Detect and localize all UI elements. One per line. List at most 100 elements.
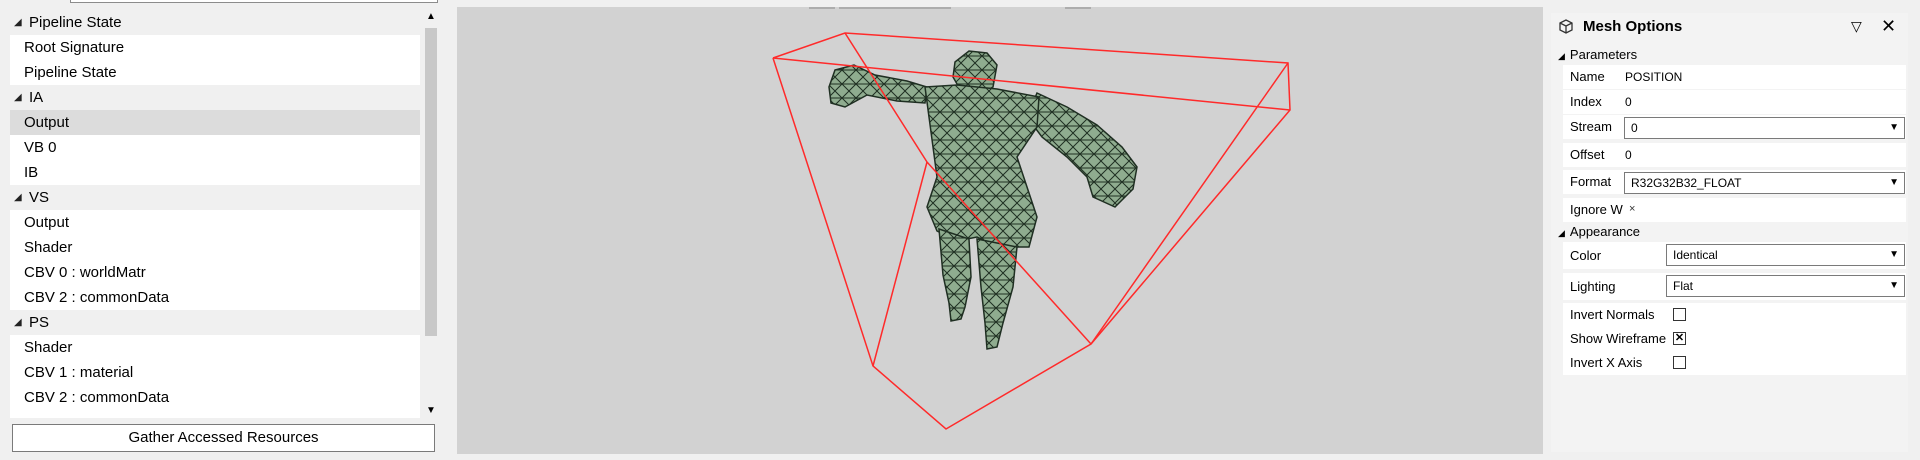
close-icon[interactable]: ✕ xyxy=(1881,16,1896,37)
tree-item[interactable]: CBV 2 : commonData xyxy=(10,285,420,310)
tree-item[interactable]: CBV 0 : worldMatr xyxy=(10,260,420,285)
color-select[interactable]: Identical ▼ xyxy=(1666,244,1905,266)
tree-group-label: VS xyxy=(29,189,50,206)
tree-item-label: Pipeline State xyxy=(24,64,117,81)
mesh-options-panel: Mesh Options ▽ ✕ ◢ Parameters Name POSITI… xyxy=(1551,13,1908,452)
lighting-select[interactable]: Flat ▼ xyxy=(1666,275,1905,297)
panel-title: Mesh Options xyxy=(1583,18,1683,35)
tree-group-ps[interactable]: ◢ PS xyxy=(10,310,420,335)
tree-item-label: Shader xyxy=(24,239,73,256)
tree-group-ia[interactable]: ◢ IA xyxy=(10,85,420,110)
prop-label: Name xyxy=(1570,69,1605,84)
tree-group-label: IA xyxy=(29,89,44,106)
chevron-down-icon[interactable]: ▼ xyxy=(1889,276,1899,296)
tree-item-label: CBV 1 : material xyxy=(24,364,134,381)
name-value: POSITION xyxy=(1625,70,1683,84)
tree-item[interactable]: CBV 2 : commonData xyxy=(10,385,420,410)
tree-item-label: Output xyxy=(24,214,70,231)
tree-item-label: CBV 2 : commonData xyxy=(24,289,170,306)
invert-x-axis-checkbox[interactable] xyxy=(1673,356,1686,369)
collapse-triangle-icon[interactable]: ◢ xyxy=(14,310,22,335)
tree-item-label: Output xyxy=(24,114,70,131)
offset-value: 0 xyxy=(1625,148,1632,162)
tree-group-vs[interactable]: ◢ VS xyxy=(10,185,420,210)
tree-group-label: PS xyxy=(29,314,50,331)
pipeline-tree: ◢ Pipeline State Root Signature Pipeline… xyxy=(10,10,420,418)
tree-item[interactable]: Shader xyxy=(10,335,420,360)
tree-item[interactable]: Root Signature xyxy=(10,35,420,60)
filter-input[interactable] xyxy=(70,0,438,3)
tree-item[interactable]: Shader xyxy=(10,235,420,260)
format-select[interactable]: R32G32B32_FLOAT ▼ xyxy=(1624,172,1905,194)
tree-item-label: VB 0 xyxy=(24,139,57,156)
tree-item[interactable]: Pipeline State xyxy=(10,60,420,85)
color-value: Identical xyxy=(1673,248,1718,262)
section-parameters[interactable]: ◢ Parameters xyxy=(1558,47,1637,62)
prop-label: Invert X Axis xyxy=(1570,355,1643,370)
prop-label: Stream xyxy=(1570,119,1612,134)
tree-item-label: Shader xyxy=(24,339,73,356)
section-label: Appearance xyxy=(1569,224,1641,239)
prop-row-stream: Stream 0 ▼ xyxy=(1563,115,1906,139)
prop-label: Format xyxy=(1570,174,1612,189)
prop-label: Show Wireframe xyxy=(1570,331,1667,346)
stream-value: 0 xyxy=(1631,121,1638,135)
prop-label: Index xyxy=(1570,94,1602,109)
tree-item-label: IB xyxy=(24,164,39,181)
prop-row-name: Name POSITION xyxy=(1563,65,1906,89)
section-appearance[interactable]: ◢ Appearance xyxy=(1558,224,1640,239)
gather-accessed-resources-button[interactable]: Gather Accessed Resources xyxy=(12,424,435,452)
viewport-canvas xyxy=(772,32,1291,430)
collapse-triangle-icon[interactable]: ◢ xyxy=(1558,51,1565,61)
invert-normals-checkbox[interactable] xyxy=(1673,308,1686,321)
mesh-options-header: Mesh Options ▽ ✕ xyxy=(1551,13,1908,41)
tree-item-selected[interactable]: Output xyxy=(10,110,420,135)
chevron-down-icon[interactable]: ▼ xyxy=(1889,118,1899,138)
prop-row-ignore-w: Ignore W × xyxy=(1563,198,1906,222)
mesh-cube-icon xyxy=(1559,19,1573,34)
prop-label: Invert Normals xyxy=(1570,307,1655,322)
prop-row-format: Format R32G32B32_FLOAT ▼ xyxy=(1563,170,1906,194)
prop-row-show-wireframe: Show Wireframe ✕ xyxy=(1563,327,1906,351)
tree-item[interactable]: Output xyxy=(10,210,420,235)
mesh-model xyxy=(828,50,1138,350)
chevron-down-icon[interactable]: ▼ xyxy=(1889,173,1899,193)
tree-item[interactable]: IB xyxy=(10,160,420,185)
lighting-value: Flat xyxy=(1673,279,1694,293)
collapse-triangle-icon[interactable]: ◢ xyxy=(14,185,22,210)
chevron-down-icon[interactable]: ▼ xyxy=(1889,245,1899,265)
pipeline-tree-panel: ◢ Pipeline State Root Signature Pipeline… xyxy=(0,0,444,460)
index-value: 0 xyxy=(1625,95,1632,109)
prop-row-lighting: Lighting Flat ▼ xyxy=(1563,273,1906,300)
tree-item-label: Root Signature xyxy=(24,39,125,56)
show-wireframe-checkbox[interactable]: ✕ xyxy=(1673,332,1686,345)
tree-item[interactable]: CBV 1 : material xyxy=(10,360,420,385)
prop-row-color: Color Identical ▼ xyxy=(1563,242,1906,269)
tree-item[interactable]: VB 0 xyxy=(10,135,420,160)
mesh-viewport[interactable] xyxy=(457,7,1543,454)
tree-group-pipeline-state[interactable]: ◢ Pipeline State xyxy=(10,10,420,35)
prop-label: Ignore W xyxy=(1570,202,1623,217)
collapse-triangle-icon[interactable]: ◢ xyxy=(1558,228,1565,238)
section-label: Parameters xyxy=(1569,47,1638,62)
prop-row-invert-x: Invert X Axis xyxy=(1563,351,1906,375)
panel-menu-dropdown-icon[interactable]: ▽ xyxy=(1851,18,1862,35)
prop-label: Lighting xyxy=(1570,279,1616,294)
collapse-triangle-icon[interactable]: ◢ xyxy=(14,85,22,110)
stream-select[interactable]: 0 ▼ xyxy=(1624,117,1905,139)
scrollbar-thumb[interactable] xyxy=(425,28,437,336)
tree-item-label: CBV 2 : commonData xyxy=(24,389,170,406)
prop-label: Offset xyxy=(1570,147,1605,162)
tree-scrollbar[interactable]: ▲ ▼ xyxy=(422,8,440,420)
collapse-triangle-icon[interactable]: ◢ xyxy=(14,10,22,35)
prop-row-index: Index 0 xyxy=(1563,90,1906,114)
tree-item-label: CBV 0 : worldMatr xyxy=(24,264,146,281)
prop-row-offset: Offset 0 xyxy=(1563,143,1906,167)
scroll-up-arrow-icon[interactable]: ▲ xyxy=(422,8,440,26)
tree-group-label: Pipeline State xyxy=(29,14,122,31)
ignore-w-clear-icon[interactable]: × xyxy=(1629,203,1635,215)
prop-row-invert-normals: Invert Normals xyxy=(1563,303,1906,327)
prop-label: Color xyxy=(1570,248,1602,263)
format-value: R32G32B32_FLOAT xyxy=(1631,176,1742,190)
scroll-down-arrow-icon[interactable]: ▼ xyxy=(422,402,440,420)
